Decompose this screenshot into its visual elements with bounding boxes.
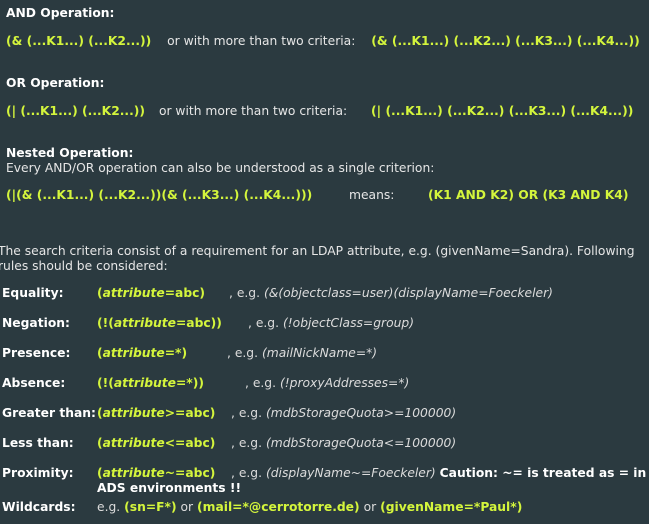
rule-presence-example: , e.g. (mailNickName=*): [227, 346, 378, 360]
attribute-placeholder: attribute: [113, 376, 176, 390]
attribute-placeholder: attribute: [102, 466, 165, 480]
rule-absence-syntax: (!(attribute=*)): [97, 376, 204, 390]
rule-less-than: Less than:: [2, 436, 74, 450]
rule-negation: Negation:: [2, 316, 70, 330]
rule-negation-syntax: (!(attribute=abc)): [97, 316, 222, 330]
wildcard-example-3: (givenName=*Paul*): [380, 500, 523, 514]
attribute-placeholder: attribute: [102, 286, 165, 300]
rule-label: Equality:: [2, 286, 64, 300]
rule-absence-example: , e.g. (!proxyAddresses=*): [245, 376, 410, 390]
rule-proximity-example: , e.g. (displayName~=Foeckeler) Caution:…: [231, 466, 647, 480]
rule-equality-syntax: (attribute=abc): [97, 286, 206, 300]
rule-proximity: Proximity:: [2, 466, 74, 480]
nested-operation-line: (|(& (...K1...) (...K2...))(& (...K3...)…: [6, 188, 312, 202]
and-mid-text: or with more than two criteria:: [167, 34, 356, 48]
rule-label: Greater than:: [2, 406, 96, 420]
nested-result: (K1 AND K2) OR (K3 AND K4): [428, 188, 629, 202]
nested-operation-description: Every AND/OR operation can also be under…: [6, 161, 435, 175]
or-expression: (| (...K1...) (...K2...)): [6, 104, 146, 118]
rule-proximity-syntax: (attribute~=abc): [97, 466, 216, 480]
rule-label: Proximity:: [2, 466, 74, 480]
rule-label: Presence:: [2, 346, 71, 360]
and-expression-four: (& (...K1...) (...K2...) (...K3...) (...…: [371, 34, 640, 48]
rule-greater-than: Greater than:: [2, 406, 96, 420]
attribute-placeholder: attribute: [102, 436, 165, 450]
wildcard-example-2: (mail=*@cerrotorre.de): [197, 500, 360, 514]
or-operation-title: OR Operation:: [6, 76, 105, 90]
rule-label: Absence:: [2, 376, 66, 390]
wildcard-example-1: (sn=F*): [124, 500, 177, 514]
intro-line-2: rules should be considered:: [0, 259, 168, 273]
rule-less-than-example: , e.g. (mdbStorageQuota<=100000): [231, 436, 457, 450]
nested-expression: (|(& (...K1...) (...K2...))(& (...K3...)…: [6, 188, 313, 202]
rule-absence: Absence:: [2, 376, 65, 390]
rule-label: Negation:: [2, 316, 70, 330]
attribute-placeholder: attribute: [113, 316, 176, 330]
rule-negation-example: , e.g. (!objectClass=group): [248, 316, 414, 330]
nested-operation-title: Nested Operation:: [6, 146, 134, 160]
caution-text-continued: ADS environments !!: [97, 481, 242, 495]
and-operation-line: (& (...K1...) (...K2...)) or with more t…: [6, 34, 640, 48]
rule-equality-example: , e.g. (&(objectclass=user)(displayName=…: [229, 286, 553, 300]
rule-greater-than-syntax: (attribute>=abc): [97, 406, 216, 420]
rule-presence-syntax: (attribute=*): [97, 346, 188, 360]
rule-label: Wildcards:: [2, 500, 76, 514]
rule-wildcards: Wildcards:: [2, 500, 76, 514]
intro-line-1: The search criteria consist of a require…: [0, 244, 635, 258]
or-expression-four: (| (...K1...) (...K2...) (...K3...) (...…: [371, 104, 634, 118]
nested-means-text: means:: [349, 188, 395, 202]
rule-equality: Equality:: [2, 286, 64, 300]
and-expression: (& (...K1...) (...K2...)): [6, 34, 152, 48]
rule-less-than-syntax: (attribute<=abc): [97, 436, 216, 450]
attribute-placeholder: attribute: [102, 346, 165, 360]
or-operation-line: (| (...K1...) (...K2...)) or with more t…: [6, 104, 633, 118]
caution-text: Caution: ~= is treated as = in: [439, 466, 647, 480]
rule-label: Less than:: [2, 436, 74, 450]
rule-wildcards-examples: e.g. (sn=F*) or (mail=*@cerrotorre.de) o…: [97, 500, 523, 514]
rule-presence: Presence:: [2, 346, 70, 360]
attribute-placeholder: attribute: [102, 406, 165, 420]
or-mid-text: or with more than two criteria:: [158, 104, 348, 118]
and-operation-title: AND Operation:: [6, 6, 115, 20]
rule-greater-than-example: , e.g. (mdbStorageQuota>=100000): [231, 406, 457, 420]
